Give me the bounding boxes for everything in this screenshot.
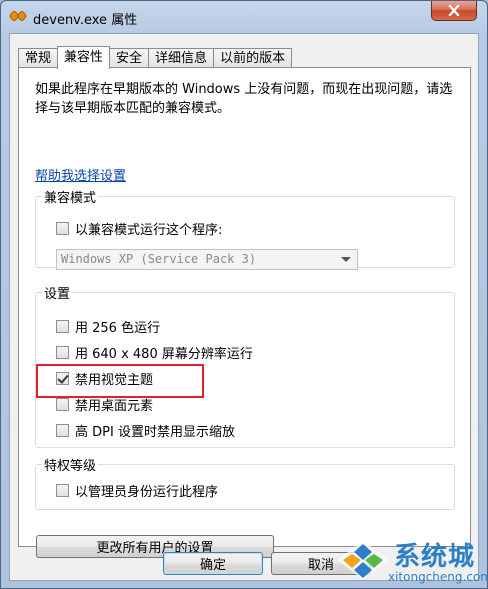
setting-disable-desktop-composition-checkbox[interactable] xyxy=(56,398,69,411)
setting-640x480-row[interactable]: 用 640 x 480 屏幕分辨率运行 xyxy=(56,343,253,362)
window-title: devenv.exe 属性 xyxy=(33,13,138,28)
compat-mode-label: 以兼容模式运行这个程序: xyxy=(75,223,223,238)
tab-strip: 常规 兼容性 安全 详细信息 以前的版本 xyxy=(18,46,293,69)
watermark-logo-icon xyxy=(338,540,388,580)
privilege-group: 特权等级 以管理员身份运行此程序 xyxy=(35,455,455,510)
run-as-admin-checkbox[interactable] xyxy=(56,484,69,497)
run-as-admin-label: 以管理员身份运行此程序 xyxy=(75,485,219,500)
compat-mode-group: 兼容模式 以兼容模式运行这个程序: Windows XP (Service Pa… xyxy=(35,187,455,270)
settings-group-label: 设置 xyxy=(42,283,73,302)
setting-256-color-checkbox[interactable] xyxy=(56,320,69,333)
tab-general[interactable]: 常规 xyxy=(18,48,59,68)
dialog-client-area: 常规 兼容性 安全 详细信息 以前的版本 如果此程序在早期版本的 Windows… xyxy=(9,33,479,581)
tab-previous-versions[interactable]: 以前的版本 xyxy=(213,48,293,68)
watermark-text: 系统城 xyxy=(394,542,476,572)
setting-256-color-row[interactable]: 用 256 色运行 xyxy=(56,317,160,336)
site-watermark: 系统城 xitongcheng.com xyxy=(334,534,488,586)
setting-640x480-checkbox[interactable] xyxy=(56,346,69,359)
visual-studio-app-icon xyxy=(9,11,27,21)
compat-mode-row[interactable]: 以兼容模式运行这个程序: xyxy=(56,219,222,238)
intro-text: 如果此程序在早期版本的 Windows 上没有问题，而现在出现问题，请选择与该早… xyxy=(35,82,453,116)
setting-disable-dpi-scaling-label: 高 DPI 设置时禁用显示缩放 xyxy=(75,425,235,440)
setting-256-color-label: 用 256 色运行 xyxy=(75,321,161,336)
ok-button[interactable]: 确定 xyxy=(163,552,263,575)
close-button[interactable] xyxy=(431,1,477,21)
tab-details[interactable]: 详细信息 xyxy=(148,48,215,68)
compat-os-select-value: Windows XP (Service Pack 3) xyxy=(61,252,257,266)
close-icon xyxy=(448,5,460,16)
help-me-choose-link[interactable]: 帮助我选择设置 xyxy=(35,165,126,184)
setting-disable-dpi-scaling-checkbox[interactable] xyxy=(56,424,69,437)
watermark-subtext: xitongcheng.com xyxy=(388,570,488,584)
setting-640x480-label: 用 640 x 480 屏幕分辨率运行 xyxy=(75,347,253,362)
annotation-highlight-box xyxy=(36,364,204,398)
properties-window: devenv.exe 属性 常规 兼容性 安全 详细信息 以前的版本 如果此程序… xyxy=(0,0,488,589)
privilege-group-label: 特权等级 xyxy=(42,455,99,474)
chevron-down-icon xyxy=(341,257,351,262)
tab-compatibility[interactable]: 兼容性 xyxy=(57,46,111,69)
compat-mode-checkbox[interactable] xyxy=(56,222,69,235)
tab-security[interactable]: 安全 xyxy=(109,48,150,68)
setting-disable-dpi-scaling-row[interactable]: 高 DPI 设置时禁用显示缩放 xyxy=(56,421,235,440)
title-bar[interactable]: devenv.exe 属性 xyxy=(1,1,487,33)
run-as-admin-row[interactable]: 以管理员身份运行此程序 xyxy=(56,481,218,500)
compat-mode-group-label: 兼容模式 xyxy=(42,187,99,206)
compatibility-panel: 如果此程序在早期版本的 Windows 上没有问题，而现在出现问题，请选择与该早… xyxy=(18,67,471,558)
compat-os-select: Windows XP (Service Pack 3) xyxy=(56,249,358,270)
